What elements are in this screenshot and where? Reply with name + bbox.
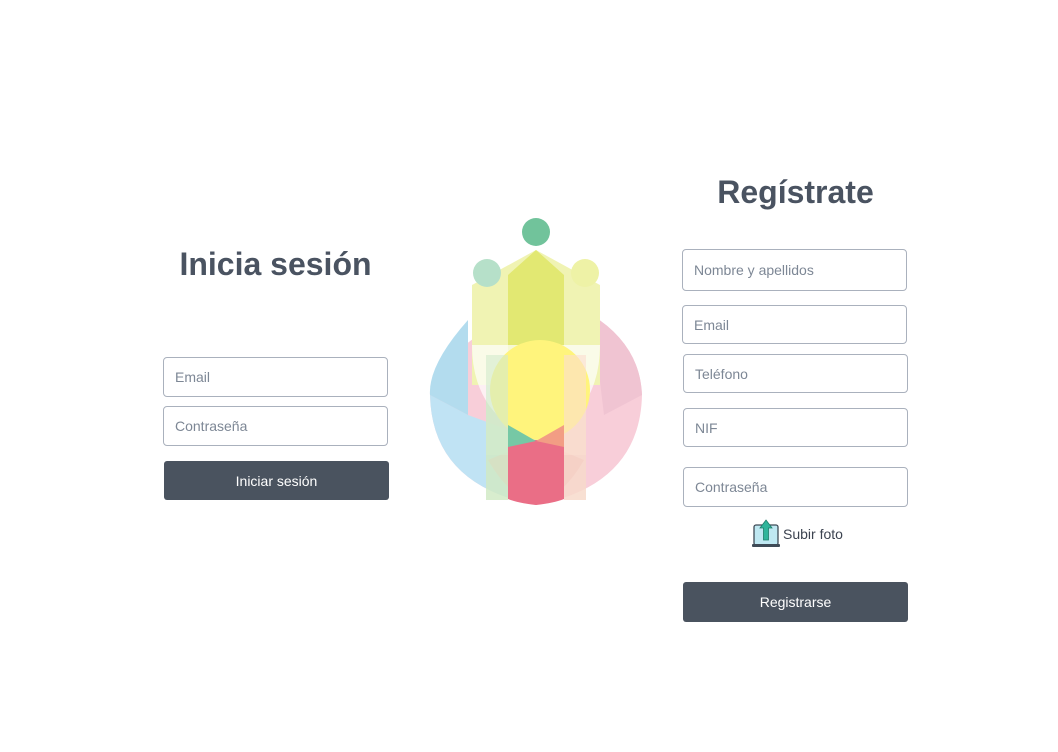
login-email-input[interactable]: [163, 357, 388, 397]
register-name-input[interactable]: [682, 249, 907, 291]
register-password-input[interactable]: [683, 467, 908, 507]
upload-photo-label: Subir foto: [783, 526, 843, 542]
login-password-input[interactable]: [163, 406, 388, 446]
register-title: Regístrate: [717, 174, 874, 210]
register-button[interactable]: Registrarse: [683, 582, 908, 622]
register-phone-input[interactable]: [683, 354, 908, 393]
community-logo: [429, 218, 642, 505]
login-title: Inicia sesión: [179, 246, 372, 282]
upload-icon: [752, 519, 780, 547]
register-nif-input[interactable]: [683, 408, 908, 447]
upload-photo-button[interactable]: Subir foto: [751, 518, 843, 550]
register-email-input[interactable]: [682, 305, 907, 344]
login-button[interactable]: Iniciar sesión: [164, 461, 389, 500]
